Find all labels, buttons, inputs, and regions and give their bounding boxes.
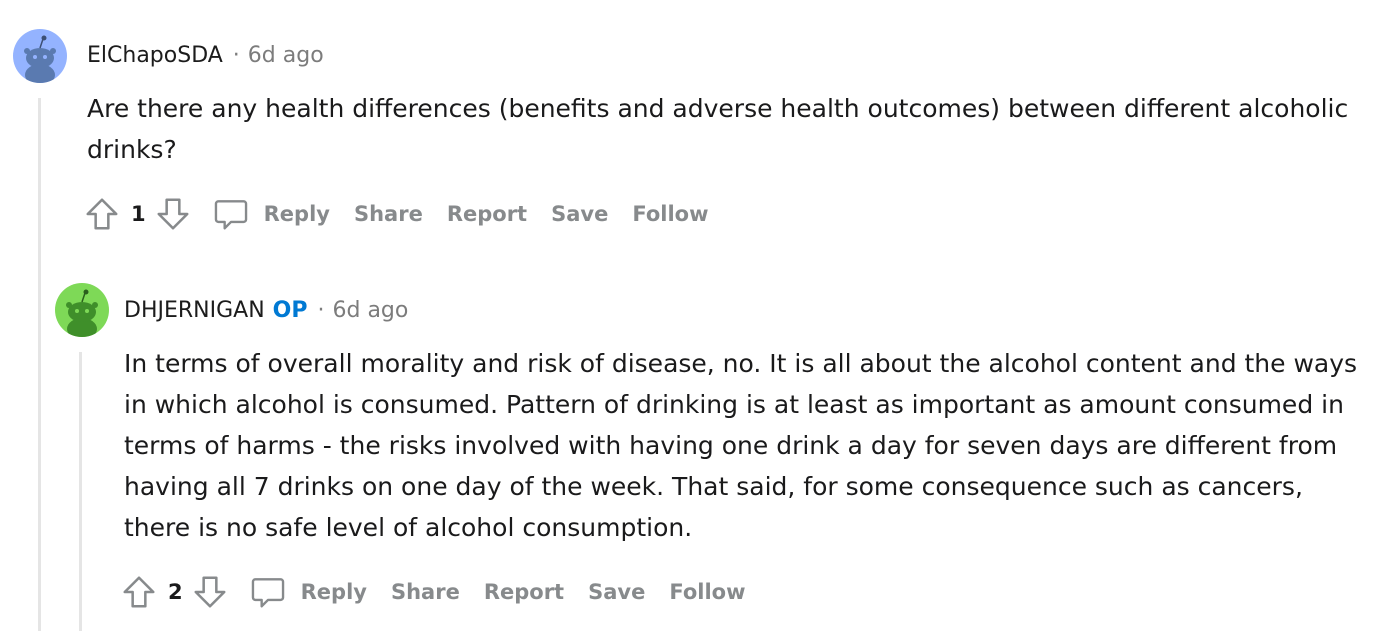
reply-label: Reply bbox=[263, 202, 330, 226]
comment-body: Are there any health differences (benefi… bbox=[87, 94, 1349, 164]
separator: · bbox=[232, 43, 240, 68]
avatar[interactable] bbox=[55, 283, 109, 337]
report-button[interactable]: Report bbox=[447, 202, 527, 226]
share-button[interactable]: Share bbox=[391, 580, 460, 604]
snoo-avatar-icon bbox=[13, 29, 67, 83]
save-button[interactable]: Save bbox=[588, 580, 645, 604]
follow-button[interactable]: Follow bbox=[632, 202, 708, 226]
reply-button[interactable]: Reply bbox=[249, 573, 367, 611]
comment-actions: 1 Reply Share Report Save Follow bbox=[83, 192, 733, 236]
avatar[interactable] bbox=[13, 29, 67, 83]
share-button[interactable]: Share bbox=[354, 202, 423, 226]
username[interactable]: DHJERNIGAN bbox=[124, 298, 265, 323]
save-button[interactable]: Save bbox=[551, 202, 608, 226]
timestamp[interactable]: 6d ago bbox=[248, 43, 324, 68]
comment-meta: ElChapoSDA · 6d ago bbox=[87, 43, 324, 68]
comment-bubble-icon bbox=[249, 573, 287, 611]
upvote-icon[interactable] bbox=[83, 195, 121, 233]
downvote-icon[interactable] bbox=[154, 195, 192, 233]
snoo-avatar-icon bbox=[55, 283, 109, 337]
timestamp[interactable]: 6d ago bbox=[333, 298, 409, 323]
vote-score: 1 bbox=[131, 202, 146, 226]
upvote-icon[interactable] bbox=[120, 573, 158, 611]
separator: · bbox=[317, 298, 325, 323]
comment-actions: 2 Reply Share Report Save Follow bbox=[120, 570, 770, 614]
follow-button[interactable]: Follow bbox=[669, 580, 745, 604]
vote-score: 2 bbox=[168, 580, 183, 604]
username[interactable]: ElChapoSDA bbox=[87, 43, 223, 68]
comment-bubble-icon bbox=[212, 195, 250, 233]
comment-meta: DHJERNIGAN OP · 6d ago bbox=[124, 298, 408, 323]
thread-line-reply[interactable] bbox=[79, 352, 82, 631]
reply-button[interactable]: Reply bbox=[212, 195, 330, 233]
comment-body: In terms of overall morality and risk of… bbox=[124, 349, 1358, 542]
op-badge: OP bbox=[272, 298, 308, 323]
downvote-icon[interactable] bbox=[191, 573, 229, 611]
thread-line-root[interactable] bbox=[38, 98, 41, 631]
reply-label: Reply bbox=[300, 580, 367, 604]
report-button[interactable]: Report bbox=[484, 580, 564, 604]
